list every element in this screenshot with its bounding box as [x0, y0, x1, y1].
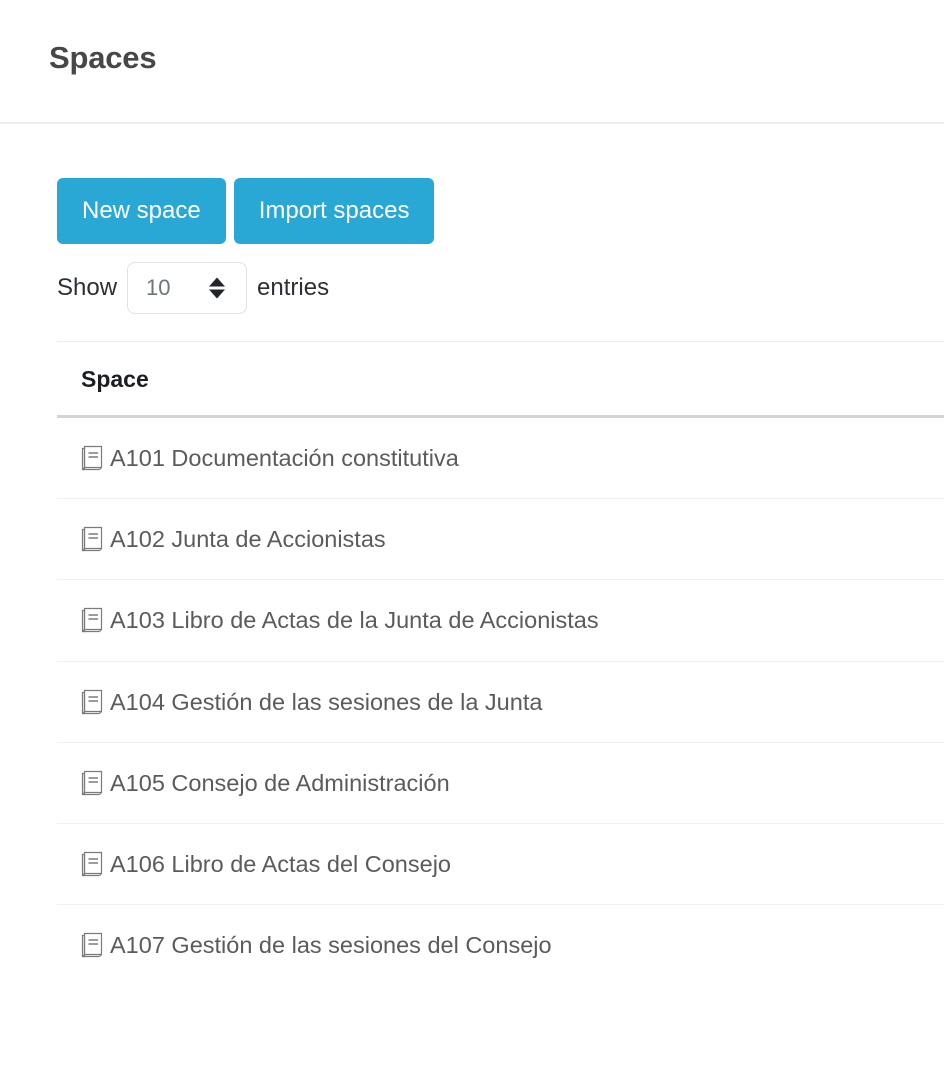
- space-name[interactable]: A106 Libro de Actas del Consejo: [110, 850, 451, 878]
- table-cell-space: A105 Consejo de Administración: [57, 742, 944, 823]
- space-cell-inner: A106 Libro de Actas del Consejo: [81, 850, 944, 878]
- space-cell-inner: A103 Libro de Actas de la Junta de Accio…: [81, 606, 944, 634]
- table-row[interactable]: A101 Documentación constitutiva: [57, 417, 944, 499]
- book-icon: [81, 851, 103, 877]
- space-cell-inner: A104 Gestión de las sesiones de la Junta: [81, 688, 944, 716]
- table-row[interactable]: A105 Consejo de Administración: [57, 742, 944, 823]
- book-icon: [81, 445, 103, 471]
- table-row[interactable]: A103 Libro de Actas de la Junta de Accio…: [57, 580, 944, 661]
- entries-select[interactable]: 10 25 50 100: [127, 262, 247, 314]
- page-header: Spaces: [0, 0, 944, 124]
- entries-select-wrapper: 10 25 50 100: [127, 262, 247, 314]
- column-header-space[interactable]: Space: [57, 342, 944, 417]
- table-cell-space: A104 Gestión de las sesiones de la Junta: [57, 661, 944, 742]
- table-length-control: Show 10 25 50 100 entries: [0, 244, 944, 314]
- spaces-table: Space A101 Documentación constit: [57, 341, 944, 985]
- show-label: Show: [57, 276, 117, 300]
- book-icon: [81, 770, 103, 796]
- space-cell-inner: A101 Documentación constitutiva: [81, 444, 944, 472]
- table-header-row: Space: [57, 342, 944, 417]
- table-cell-space: A101 Documentación constitutiva: [57, 417, 944, 499]
- space-name[interactable]: A102 Junta de Accionistas: [110, 525, 386, 553]
- new-space-button[interactable]: New space: [57, 178, 226, 244]
- toolbar: New space Import spaces: [0, 124, 944, 244]
- table-cell-space: A103 Libro de Actas de la Junta de Accio…: [57, 580, 944, 661]
- space-name[interactable]: A107 Gestión de las sesiones del Consejo: [110, 931, 552, 959]
- spaces-table-container: Space A101 Documentación constit: [57, 341, 944, 985]
- table-head: Space: [57, 342, 944, 417]
- page-title: Spaces: [49, 41, 156, 75]
- space-cell-inner: A107 Gestión de las sesiones del Consejo: [81, 931, 944, 959]
- space-cell-inner: A102 Junta de Accionistas: [81, 525, 944, 553]
- table-cell-space: A102 Junta de Accionistas: [57, 499, 944, 580]
- space-cell-inner: A105 Consejo de Administración: [81, 769, 944, 797]
- book-icon: [81, 526, 103, 552]
- space-name[interactable]: A105 Consejo de Administración: [110, 769, 450, 797]
- space-name[interactable]: A101 Documentación constitutiva: [110, 444, 459, 472]
- table-row[interactable]: A104 Gestión de las sesiones de la Junta: [57, 661, 944, 742]
- table-row[interactable]: A102 Junta de Accionistas: [57, 499, 944, 580]
- entries-label: entries: [257, 276, 329, 300]
- table-row[interactable]: A106 Libro de Actas del Consejo: [57, 823, 944, 904]
- page-content: New space Import spaces Show 10 25 50 10…: [0, 124, 944, 985]
- import-spaces-button[interactable]: Import spaces: [234, 178, 435, 244]
- table-row[interactable]: A107 Gestión de las sesiones del Consejo: [57, 905, 944, 986]
- space-name[interactable]: A104 Gestión de las sesiones de la Junta: [110, 688, 542, 716]
- book-icon: [81, 607, 103, 633]
- book-icon: [81, 932, 103, 958]
- table-cell-space: A107 Gestión de las sesiones del Consejo: [57, 905, 944, 986]
- space-name[interactable]: A103 Libro de Actas de la Junta de Accio…: [110, 606, 599, 634]
- book-icon: [81, 689, 103, 715]
- table-cell-space: A106 Libro de Actas del Consejo: [57, 823, 944, 904]
- table-body: A101 Documentación constitutiva: [57, 417, 944, 986]
